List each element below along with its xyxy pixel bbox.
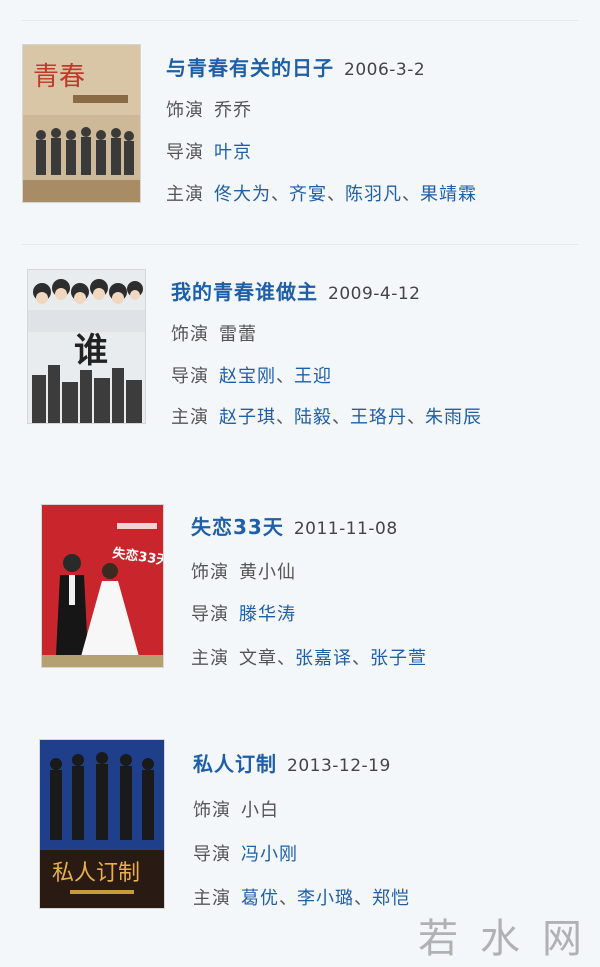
film-4-cast-1[interactable]: 葛优 <box>241 888 279 909</box>
film-4-cast-row: 主演 葛优、李小璐、郑恺 <box>193 884 410 910</box>
film-1-cast-2[interactable]: 齐宴 <box>289 184 327 205</box>
film-divider <box>22 244 578 245</box>
film-3-cast-3[interactable]: 张子萱 <box>370 648 427 669</box>
film-2-director-2[interactable]: 王迎 <box>294 366 332 387</box>
film-1-cast-row: 主演 佟大为、齐宴、陈羽凡、果靖霖 <box>166 180 477 206</box>
separator: 、 <box>277 648 295 669</box>
cast-label: 主演 <box>191 648 229 669</box>
film-2-poster-title: 谁 <box>74 331 108 371</box>
role-label: 饰演 <box>193 800 231 821</box>
top-divider <box>22 20 578 21</box>
film-3-title-row: 失恋33天 2011-11-08 <box>191 511 398 540</box>
film-4-director-1[interactable]: 冯小刚 <box>241 844 298 865</box>
film-1-role-row: 饰演 乔乔 <box>166 96 252 122</box>
film-3-cast-row: 主演 文章、张嘉译、张子萱 <box>191 644 427 670</box>
film-3-cast-1: 文章 <box>239 648 277 669</box>
film-1-cast-3[interactable]: 陈羽凡 <box>345 184 402 205</box>
film-1-date: 2006-3-2 <box>344 60 426 80</box>
film-4-role: 小白 <box>241 800 279 821</box>
film-1-title-row: 与青春有关的日子 2006-3-2 <box>166 52 425 81</box>
separator: 、 <box>352 648 370 669</box>
film-2-role: 雷蕾 <box>219 324 257 345</box>
film-2-role-row: 饰演 雷蕾 <box>171 320 257 346</box>
film-4-title-row: 私人订制 2013-12-19 <box>193 748 391 777</box>
film-2-title[interactable]: 我的青春谁做主 <box>171 280 318 304</box>
film-1-cast-4[interactable]: 果靖霖 <box>420 184 477 205</box>
film-1-director-1[interactable]: 叶京 <box>214 142 252 163</box>
role-label: 饰演 <box>191 562 229 583</box>
separator: 、 <box>402 184 420 205</box>
film-2-cast-4[interactable]: 朱雨辰 <box>425 407 482 428</box>
cast-label: 主演 <box>193 888 231 909</box>
director-label: 导演 <box>171 366 209 387</box>
film-4-title[interactable]: 私人订制 <box>193 752 277 776</box>
film-2-director-row: 导演 赵宝刚、王迎 <box>171 362 332 388</box>
film-4-poster[interactable]: 私人订制 <box>40 740 164 908</box>
film-1-director-row: 导演 叶京 <box>166 138 252 164</box>
film-2-cast-row: 主演 赵子琪、陆毅、王珞丹、朱雨辰 <box>171 403 482 429</box>
film-1-poster[interactable]: 青春 <box>23 45 140 202</box>
film-1-role: 乔乔 <box>214 100 252 121</box>
film-3-role-row: 饰演 黄小仙 <box>191 558 296 584</box>
separator: 、 <box>276 407 294 428</box>
film-3-cast-2[interactable]: 张嘉译 <box>295 648 352 669</box>
film-4-role-row: 饰演 小白 <box>193 796 279 822</box>
director-label: 导演 <box>193 844 231 865</box>
film-2-cast-1[interactable]: 赵子琪 <box>219 407 276 428</box>
director-label: 导演 <box>191 604 229 625</box>
film-3-director-1[interactable]: 滕华涛 <box>239 604 296 625</box>
separator: 、 <box>407 407 425 428</box>
film-2-date: 2009-4-12 <box>328 284 421 304</box>
film-4-poster-title: 私人订制 <box>52 861 140 886</box>
film-3-date: 2011-11-08 <box>293 519 398 539</box>
film-2-title-row: 我的青春谁做主 2009-4-12 <box>171 276 420 305</box>
film-3-title[interactable]: 失恋33天 <box>191 515 284 539</box>
film-3-poster[interactable]: 失恋33天 <box>42 505 163 667</box>
cast-label: 主演 <box>171 407 209 428</box>
film-4-director-row: 导演 冯小刚 <box>193 840 298 866</box>
director-label: 导演 <box>166 142 204 163</box>
film-2-poster[interactable]: 谁 <box>28 270 145 423</box>
film-4-date: 2013-12-19 <box>287 756 391 776</box>
film-4-cast-2[interactable]: 李小璐 <box>297 888 354 909</box>
film-2-director-1[interactable]: 赵宝刚 <box>219 366 276 387</box>
film-1-title[interactable]: 与青春有关的日子 <box>166 56 334 80</box>
cast-label: 主演 <box>166 184 204 205</box>
film-1-poster-title: 青春 <box>33 62 85 92</box>
separator: 、 <box>354 888 372 909</box>
film-2-cast-3[interactable]: 王珞丹 <box>350 407 407 428</box>
separator: 、 <box>276 366 294 387</box>
film-3-director-row: 导演 滕华涛 <box>191 600 296 626</box>
separator: 、 <box>279 888 297 909</box>
role-label: 饰演 <box>166 100 204 121</box>
film-3-role: 黄小仙 <box>239 562 296 583</box>
role-label: 饰演 <box>171 324 209 345</box>
site-watermark: 若水网 <box>418 916 600 962</box>
separator: 、 <box>332 407 350 428</box>
film-1-cast-1[interactable]: 佟大为 <box>214 184 271 205</box>
film-2-cast-2[interactable]: 陆毅 <box>294 407 332 428</box>
separator: 、 <box>327 184 345 205</box>
separator: 、 <box>271 184 289 205</box>
filmography-page: 青春 与青春有关的日子 2006-3-2 饰演 乔乔 导演 叶京 主演 佟大为、齐宴、陈… <box>0 0 600 967</box>
film-4-cast-3[interactable]: 郑恺 <box>372 888 410 909</box>
